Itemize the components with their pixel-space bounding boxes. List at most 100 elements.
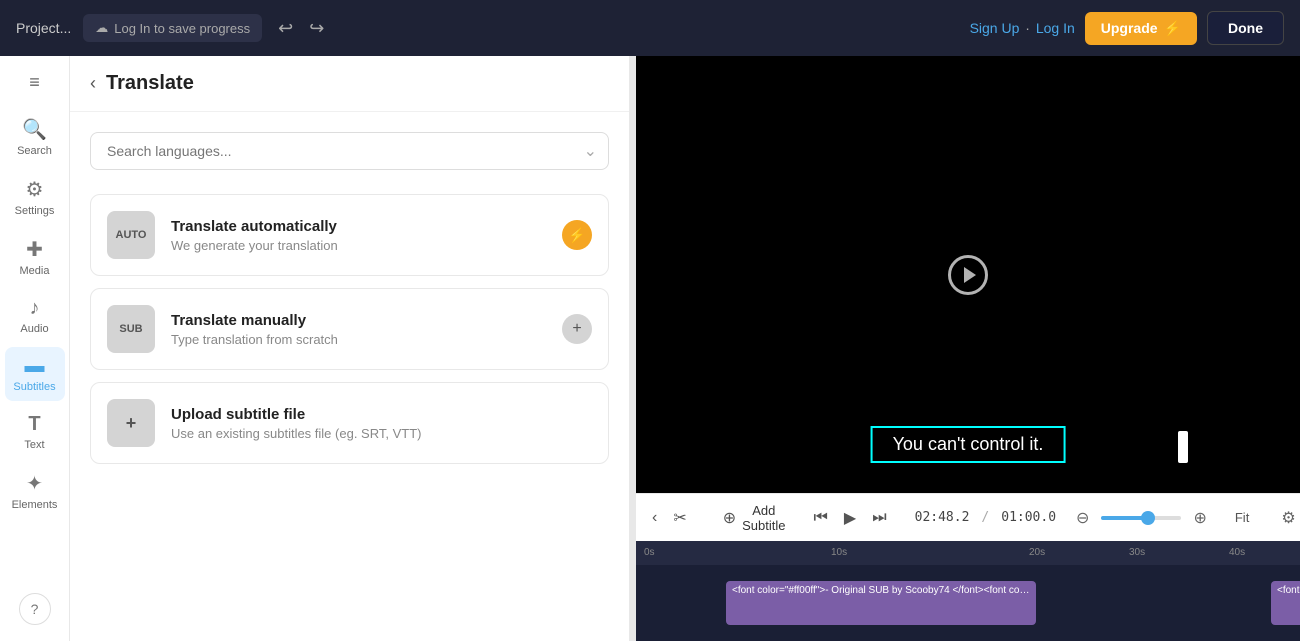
settings-icon: ⚙ <box>26 177 44 202</box>
help-button[interactable]: ? <box>19 593 51 625</box>
panel-content: ⌄ AUTO Translate automatically We genera… <box>70 112 629 641</box>
manual-option-desc: Type translation from scratch <box>171 332 546 347</box>
fit-button[interactable]: Fit <box>1235 510 1249 525</box>
manual-plus-icon: + <box>562 314 592 344</box>
timeline-clip-2[interactable]: <font color="#ff00ff">(DRAMATIC MUSIC <box>1271 581 1300 625</box>
auto-option-title: Translate automatically <box>171 218 546 235</box>
cloud-save-label: Log In to save progress <box>114 21 250 36</box>
auth-separator: · <box>1025 20 1030 36</box>
timeline-area: 0s 10s 20s 30s 40s 50s 1m <font color="#… <box>636 541 1300 641</box>
sidebar-label-search: Search <box>17 145 52 157</box>
panel-back-button[interactable]: ‹ <box>90 73 96 94</box>
manual-badge: SUB <box>107 305 155 353</box>
manual-option-title: Translate manually <box>171 312 546 329</box>
done-button[interactable]: Done <box>1207 11 1284 45</box>
total-time: 01:00.0 <box>1001 510 1056 525</box>
zoom-slider-wrapper <box>1101 516 1181 520</box>
upload-option-desc: Use an existing subtitles file (eg. SRT,… <box>171 426 592 441</box>
ruler-mark-20s: 20s <box>1029 547 1045 558</box>
login-link[interactable]: Log In <box>1036 20 1075 36</box>
language-search-wrapper: ⌄ <box>90 132 609 170</box>
video-play-button[interactable] <box>948 255 988 295</box>
main-layout: ≡ 🔍 Search ⚙ Settings ✚ Media ♪ Audio ▬ … <box>0 56 1300 641</box>
hamburger-menu-button[interactable]: ≡ <box>21 64 48 101</box>
ruler-marks: 0s 10s 20s 30s 40s 50s 1m <box>636 541 1300 565</box>
sidebar-item-audio[interactable]: ♪ Audio <box>5 289 65 343</box>
translate-panel: ‹ Translate ⌄ AUTO Translate automatical… <box>70 56 630 641</box>
undo-button[interactable]: ↩ <box>274 14 297 43</box>
text-icon: T <box>28 413 40 436</box>
forward-button[interactable]: ⏭ <box>868 505 890 531</box>
search-icon: 🔍 <box>22 117 47 142</box>
timeline-controls: ‹ ✂ ⊕ Add Subtitle ⏮ ▶ ⏭ 02:48.2 / 01:00… <box>636 493 1300 541</box>
help-icon: ? <box>31 601 39 617</box>
zoom-slider[interactable] <box>1101 516 1181 520</box>
topbar-left: Project... ☁ Log In to save progress ↩ ↪ <box>16 14 328 43</box>
topbar-auth: Sign Up · Log In <box>970 20 1075 36</box>
sidebar-item-media[interactable]: ✚ Media <box>5 229 65 285</box>
timeline-settings-button[interactable]: ⚙ <box>1281 508 1295 528</box>
upgrade-button[interactable]: Upgrade ⚡ <box>1085 12 1197 45</box>
cloud-icon: ☁ <box>95 20 108 36</box>
sidebar-item-settings[interactable]: ⚙ Settings <box>5 169 65 225</box>
back-button[interactable]: ‹ <box>648 505 661 531</box>
zoom-in-button[interactable]: ⊕ <box>1189 504 1210 532</box>
zoom-out-button[interactable]: ⊖ <box>1072 504 1093 532</box>
sidebar-label-subtitles: Subtitles <box>13 381 55 393</box>
sidebar-label-elements: Elements <box>12 499 58 511</box>
left-sidebar: ≡ 🔍 Search ⚙ Settings ✚ Media ♪ Audio ▬ … <box>0 56 70 641</box>
subtitles-icon: ▬ <box>25 355 45 378</box>
topbar-right: Sign Up · Log In Upgrade ⚡ Done <box>970 11 1284 45</box>
timeline-ruler: 0s 10s 20s 30s 40s 50s 1m <box>636 541 1300 565</box>
video-container[interactable]: You can't control it. <box>636 56 1300 493</box>
cloud-save-button[interactable]: ☁ Log In to save progress <box>83 14 262 42</box>
upgrade-icon: ⚡ <box>1164 20 1181 37</box>
auto-option-text: Translate automatically We generate your… <box>171 218 546 253</box>
ruler-mark-30s: 30s <box>1129 547 1145 558</box>
language-search-input[interactable] <box>90 132 609 170</box>
video-area: You can't control it. ‹ ✂ ⊕ Add Subtitle… <box>636 56 1300 641</box>
sidebar-label-text: Text <box>24 439 44 451</box>
subtitle-resize-handle[interactable] <box>1178 431 1188 463</box>
sidebar-label-media: Media <box>20 265 50 277</box>
panel-title: Translate <box>106 72 194 95</box>
project-label[interactable]: Project... <box>16 20 71 36</box>
topbar-actions: ↩ ↪ <box>274 14 328 43</box>
upgrade-label: Upgrade <box>1101 20 1158 36</box>
upload-option-title: Upload subtitle file <box>171 406 592 423</box>
ruler-mark-10s: 10s <box>831 547 847 558</box>
upload-subtitle-option[interactable]: + Upload subtitle file Use an existing s… <box>90 382 609 464</box>
premium-icon: ⚡ <box>562 220 592 250</box>
sidebar-item-subtitles[interactable]: ▬ Subtitles <box>5 347 65 401</box>
timeline-track: <font color="#ff00ff">- Original SUB by … <box>636 565 1300 641</box>
rewind-button[interactable]: ⏮ <box>810 505 832 531</box>
timeline-clip-1[interactable]: <font color="#ff00ff">- Original SUB by … <box>726 581 1036 625</box>
ruler-mark-40s: 40s <box>1229 547 1245 558</box>
sidebar-item-search[interactable]: 🔍 Search <box>5 109 65 165</box>
manual-option-text: Translate manually Type translation from… <box>171 312 546 347</box>
sidebar-item-text[interactable]: T Text <box>5 405 65 459</box>
elements-icon: ✦ <box>26 471 43 496</box>
redo-button[interactable]: ↪ <box>305 14 328 43</box>
auto-badge: AUTO <box>107 211 155 259</box>
play-button[interactable]: ▶ <box>840 504 860 532</box>
manual-translate-option[interactable]: SUB Translate manually Type translation … <box>90 288 609 370</box>
video-subtitle: You can't control it. <box>871 426 1066 463</box>
signup-link[interactable]: Sign Up <box>970 20 1020 36</box>
audio-icon: ♪ <box>30 297 40 320</box>
topbar: Project... ☁ Log In to save progress ↩ ↪… <box>0 0 1300 56</box>
time-separator: / <box>981 510 989 525</box>
add-subtitle-button[interactable]: ⊕ Add Subtitle <box>715 499 794 537</box>
upload-badge: + <box>107 399 155 447</box>
sidebar-item-elements[interactable]: ✦ Elements <box>5 463 65 519</box>
current-time: 02:48.2 <box>915 510 970 525</box>
auto-option-desc: We generate your translation <box>171 238 546 253</box>
sidebar-label-settings: Settings <box>15 205 55 217</box>
cut-button[interactable]: ✂ <box>669 504 690 532</box>
sidebar-label-audio: Audio <box>20 323 48 335</box>
add-subtitle-label: Add Subtitle <box>742 503 785 533</box>
auto-translate-option[interactable]: AUTO Translate automatically We generate… <box>90 194 609 276</box>
add-plus-icon: ⊕ <box>723 508 736 528</box>
media-icon: ✚ <box>26 237 43 262</box>
upload-option-text: Upload subtitle file Use an existing sub… <box>171 406 592 441</box>
